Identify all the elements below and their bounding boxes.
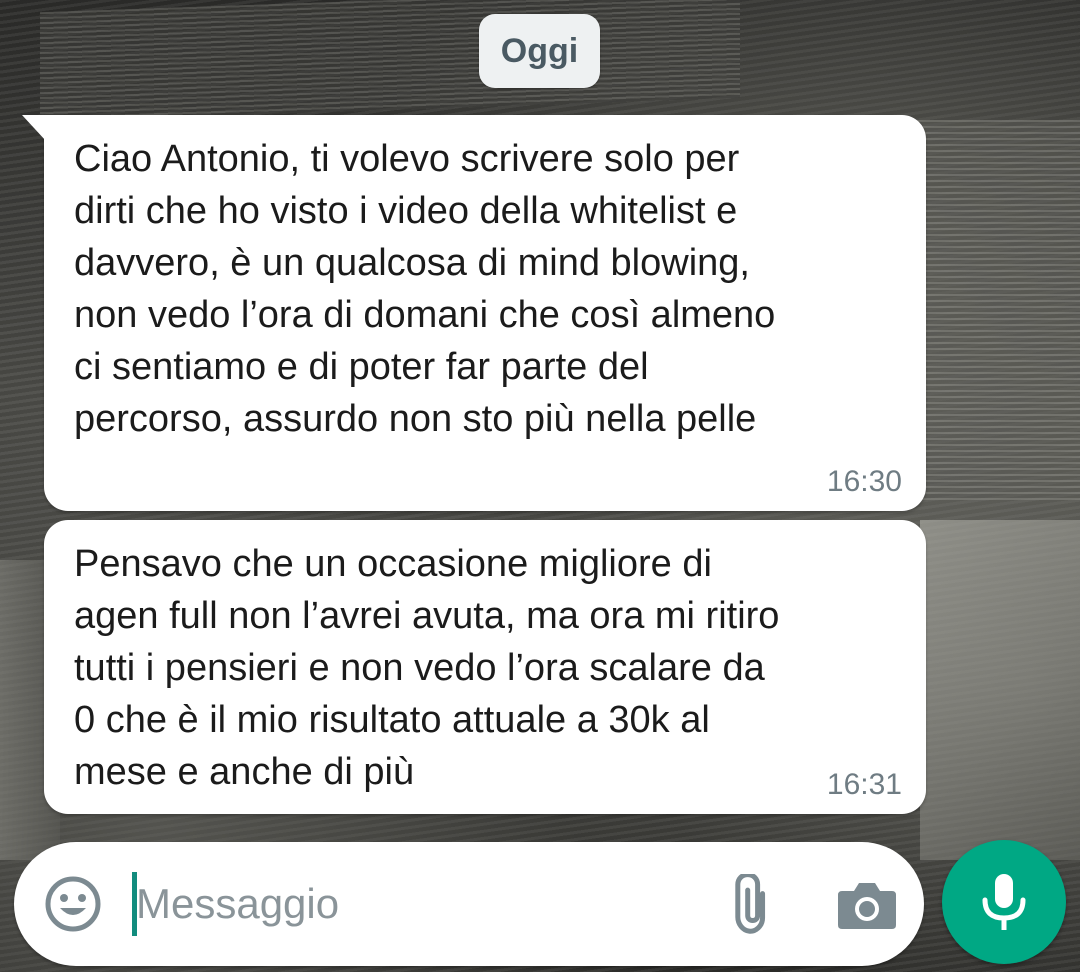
message-text: Ciao Antonio, ti volevo scrivere solo pe… (74, 138, 776, 440)
wallpaper-banknote (920, 520, 1080, 860)
bubble-tail (22, 115, 46, 141)
wallpaper-money-stack (910, 120, 1080, 500)
message-timestamp: 16:31 (826, 768, 902, 801)
message-input[interactable] (136, 872, 696, 936)
date-separator: Oggi (479, 14, 600, 88)
emoji-icon[interactable] (44, 875, 102, 933)
incoming-message-bubble[interactable]: Ciao Antonio, ti volevo scrivere solo pe… (22, 115, 926, 511)
camera-icon[interactable] (836, 877, 898, 933)
message-text: Pensavo che un occasione migliore di age… (74, 543, 780, 793)
voice-record-button[interactable] (942, 840, 1066, 964)
message-timestamp: 16:30 (826, 465, 902, 498)
mic-icon (982, 874, 1026, 930)
wallpaper-money-stack (40, 0, 740, 123)
attach-icon[interactable] (716, 874, 778, 936)
message-composer (14, 842, 924, 966)
incoming-message-bubble[interactable]: Pensavo che un occasione migliore di age… (44, 520, 926, 814)
